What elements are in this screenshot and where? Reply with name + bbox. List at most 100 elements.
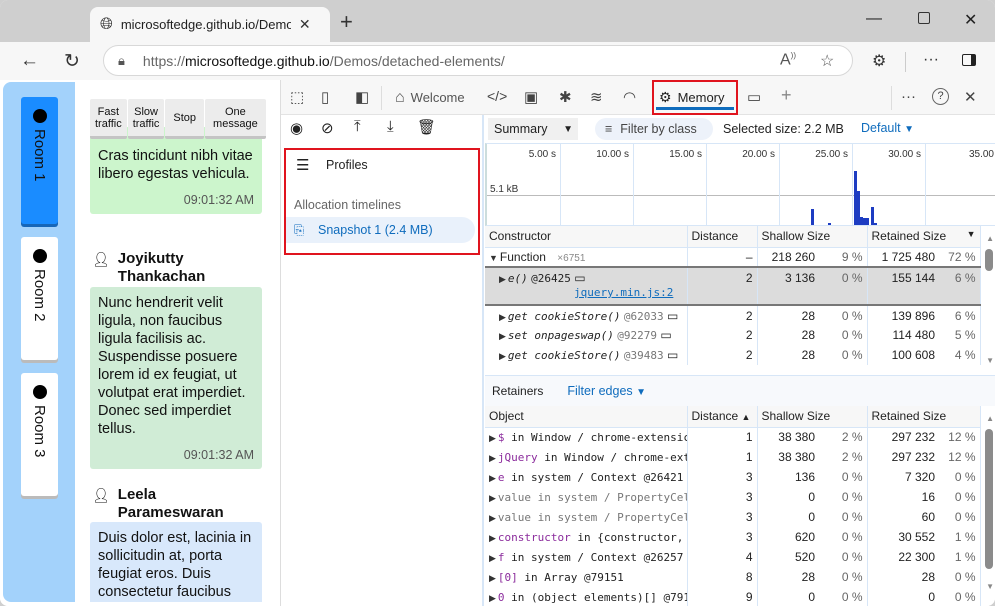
tab-welcome[interactable]: ⌂ Welcome: [395, 80, 465, 115]
timeline-tick-label: 15.00 s: [669, 149, 702, 160]
col-retained-size[interactable]: Retained Size ▼: [867, 226, 981, 248]
default-dropdown[interactable]: Default ▼: [861, 121, 914, 135]
snapshot-item[interactable]: ⎘ Snapshot 1 (2.4 MB): [286, 217, 475, 243]
refresh-icon[interactable]: ↻: [64, 50, 80, 73]
slow-traffic-button[interactable]: Slow traffic: [127, 99, 165, 139]
address-bar[interactable]: 🔒︎ https://microsoftedge.github.io/Demos…: [103, 45, 853, 76]
maximize-icon[interactable]: [918, 12, 930, 24]
table-row[interactable]: ▶ f in system / Context @26257 4 520 0 % 22 3…: [485, 547, 981, 567]
table-row-selected[interactable]: ▶ e() @26425 ▭ jquery.min.js:2 2 3 136 0 %…: [485, 266, 981, 306]
active-tab-underline: [656, 107, 734, 110]
more-icon[interactable]: ···: [923, 51, 939, 69]
clear-icon[interactable]: ⊘: [321, 119, 334, 137]
allocation-bar: [866, 218, 869, 225]
address-bar-row: ← ↻ 🔒︎ https://microsoftedge.github.io/D…: [0, 42, 995, 80]
browser-tab[interactable]: 🌐︎ microsoftedge.github.io/Demos/d ✕: [90, 7, 330, 42]
col-shallow-size[interactable]: Shallow Size: [757, 226, 868, 248]
table-row[interactable]: ▶ 0 in (object elements)[] @791 9 0 0 % 0 0 %: [485, 587, 981, 606]
table-row[interactable]: ▶ set onpageswap() @92279 ▭ 2 28 0 % 114 …: [485, 325, 981, 345]
constructor-scrollbar[interactable]: [985, 249, 993, 271]
scroll-down-icon[interactable]: ▼: [986, 582, 994, 591]
table-row[interactable]: ▶ $ in Window / chrome-extensic 1 38 380 2 %…: [485, 427, 981, 447]
stop-button[interactable]: Stop: [165, 99, 205, 139]
col-constructor[interactable]: Constructor: [485, 226, 688, 248]
elements-icon[interactable]: </>: [487, 88, 507, 104]
console-icon[interactable]: ▣: [524, 88, 538, 106]
table-row[interactable]: ▶ value in system / PropertyCel 3 0 0 % 60 0 %: [485, 507, 981, 527]
filter-edges-dropdown[interactable]: Filter edges ▼: [567, 384, 646, 398]
timeline-tick-label: 5.00 s: [528, 149, 556, 160]
one-message-button[interactable]: One message: [205, 99, 266, 139]
col-shallow-size[interactable]: Shallow Size: [757, 406, 868, 428]
close-window-icon[interactable]: ✕: [964, 10, 977, 30]
tab-memory[interactable]: ⚙︎ Memory: [652, 80, 738, 115]
source-link[interactable]: jquery.min.js:2: [574, 286, 673, 299]
timeline-tick-line: [560, 144, 561, 226]
table-row[interactable]: ▼ Function ×6751 – 218 260 9 % 1 725 480 …: [485, 247, 981, 267]
help-icon[interactable]: ?: [932, 88, 949, 105]
selected-size: Selected size: 2.2 MB: [723, 122, 844, 136]
table-row[interactable]: ▶ jQuery in Window / chrome-ext 1 38 380 2 %…: [485, 447, 981, 467]
col-distance[interactable]: Distance ▲: [687, 406, 758, 428]
chat-pane: Fast traffic Slow traffic Stop One message …: [78, 82, 280, 602]
back-icon[interactable]: ←: [20, 50, 39, 72]
room-1-tab[interactable]: Room 1: [21, 97, 58, 224]
more-tools-plus-icon[interactable]: +: [781, 85, 792, 106]
room-2-tab[interactable]: Room 2: [21, 237, 58, 360]
room-dot-icon: [32, 249, 47, 263]
load-profile-icon[interactable]: ⤒: [354, 118, 361, 135]
devtools-tab-bar: ⬚ ▯ ◧ ⌂ Welcome </> ▣ ✱ ≋ ◠ ⚙︎ Memory ▭: [281, 80, 995, 115]
fast-traffic-button[interactable]: Fast traffic: [90, 99, 127, 139]
record-icon[interactable]: ◉: [290, 119, 303, 137]
scroll-up-icon[interactable]: ▲: [986, 414, 994, 423]
col-distance[interactable]: Distance: [687, 226, 758, 248]
close-tab-icon[interactable]: ✕: [299, 16, 311, 33]
tab-strip: 🌐︎ microsoftedge.github.io/Demos/d ✕ + —…: [0, 0, 995, 42]
dock-side-icon[interactable]: ◧: [355, 88, 369, 106]
sources-bug-icon[interactable]: ✱: [559, 88, 572, 106]
allocation-timeline[interactable]: 5.1 kB 5.00 s 10.00 s 15.00 s 20.00 s 25.00 …: [485, 143, 995, 226]
read-aloud-icon[interactable]: A)): [780, 51, 796, 69]
col-object[interactable]: Object: [485, 406, 688, 428]
network-wifi-icon[interactable]: ≋: [590, 88, 603, 106]
scroll-down-icon[interactable]: ▼: [986, 356, 994, 365]
snapshot-file-icon: ⎘: [294, 222, 305, 237]
save-profile-icon[interactable]: ⤓: [387, 118, 394, 135]
table-row[interactable]: ▶ e in system / Context @26421 3 136 0 % 7 32…: [485, 467, 981, 487]
message-time: 09:01:32 AM: [183, 448, 254, 462]
view-select[interactable]: Summary ▼: [488, 118, 578, 140]
grid-header: Object Distance ▲ Shallow Size Retained …: [485, 406, 981, 428]
user-icon: 👤︎: [92, 251, 110, 267]
customize-menu-icon[interactable]: ···: [901, 88, 916, 105]
device-emulation-icon[interactable]: ▯: [321, 88, 329, 106]
traffic-buttons: Fast traffic Slow traffic Stop One message: [90, 99, 266, 139]
retainers-scrollbar[interactable]: [985, 429, 993, 569]
performance-icon[interactable]: ◠: [623, 88, 636, 106]
profiles-heading[interactable]: Profiles: [326, 158, 368, 172]
scroll-up-icon[interactable]: ▲: [986, 234, 994, 243]
minimize-icon[interactable]: —: [866, 10, 882, 28]
table-row[interactable]: ▶ [0] in Array @79151 8 28 0 % 28 0 %: [485, 567, 981, 587]
heap-main: Summary ▼ ≡ Filter by class Selected siz…: [485, 115, 995, 606]
delete-icon[interactable]: 🗑︎: [417, 118, 436, 136]
room-3-tab[interactable]: Room 3: [21, 373, 58, 496]
sidebar-toggle-icon[interactable]: [962, 54, 976, 66]
timeline-tick-line: [925, 144, 926, 226]
page-content: Room 1 Room 2 Room 3 Fast traffic Slow tra…: [0, 80, 995, 606]
favorite-star-icon[interactable]: ☆: [820, 51, 834, 71]
new-tab-icon[interactable]: +: [340, 11, 353, 33]
filter-by-class-input[interactable]: ≡ Filter by class: [595, 118, 713, 140]
retainers-bar: Retainers Filter edges ▼: [485, 376, 995, 406]
table-row[interactable]: ▶ get cookieStore() @39483 ▭ 2 28 0 % 100…: [485, 345, 981, 365]
snapshot-label: Snapshot 1 (2.4 MB): [318, 223, 433, 237]
view-select-value: Summary: [494, 122, 548, 136]
application-icon[interactable]: ▭: [747, 88, 761, 106]
col-retained-size[interactable]: Retained Size: [867, 406, 981, 428]
devtools-panel: ⬚ ▯ ◧ ⌂ Welcome </> ▣ ✱ ≋ ◠ ⚙︎ Memory ▭: [280, 80, 995, 606]
inspect-element-icon[interactable]: ⬚: [290, 88, 304, 106]
close-devtools-icon[interactable]: ✕: [964, 88, 977, 106]
extensions-icon[interactable]: ⚙︎: [872, 51, 886, 71]
table-row[interactable]: ▶ constructor in {constructor, 3 620 0 % 30 5…: [485, 527, 981, 547]
table-row[interactable]: ▶ get cookieStore() @62033 ▭ 2 28 0 % 139…: [485, 305, 981, 325]
table-row[interactable]: ▶ value in system / PropertyCel 3 0 0 % 16 0 %: [485, 487, 981, 507]
